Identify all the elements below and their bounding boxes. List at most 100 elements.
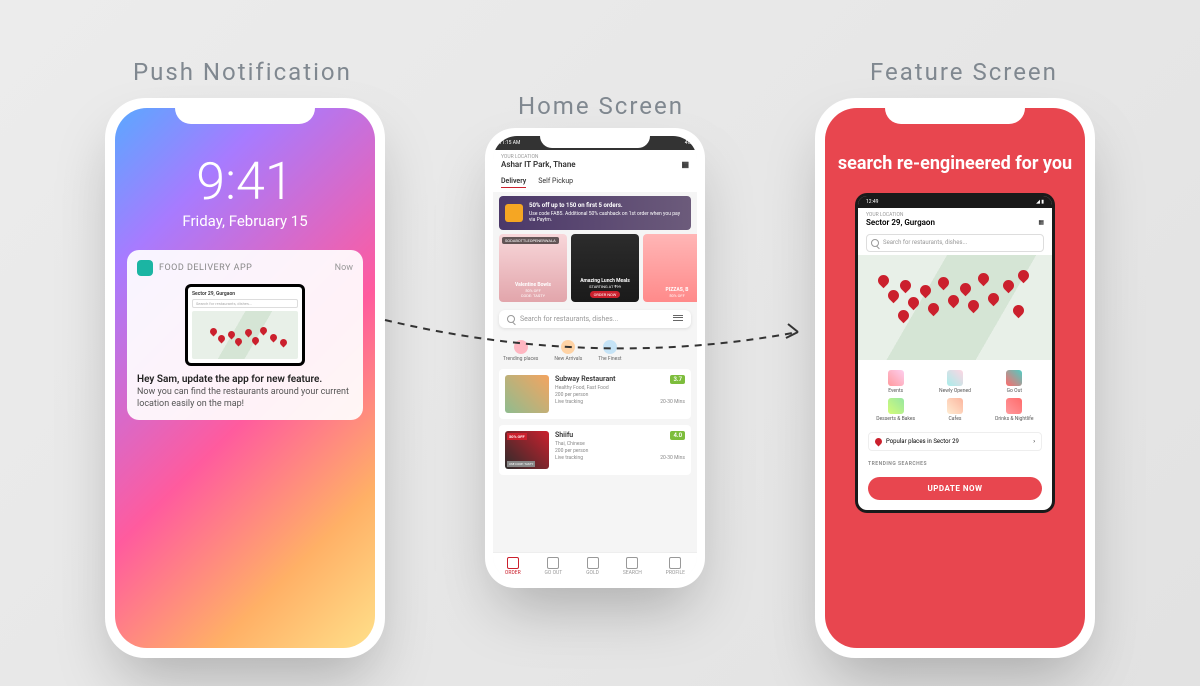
- cat-new[interactable]: Newly Opened: [927, 370, 982, 394]
- rating-badge: 3.7: [670, 375, 685, 384]
- trending-searches-label: TRENDING SEARCHES: [858, 457, 1052, 471]
- gold-icon: [587, 557, 599, 569]
- tab-self-pickup[interactable]: Self Pickup: [538, 177, 573, 188]
- location-bar[interactable]: YOUR LOCATION Ashar IT Park, Thane▦: [493, 150, 697, 173]
- tab-delivery[interactable]: Delivery: [501, 177, 526, 188]
- nav-profile[interactable]: PROFILE: [666, 557, 685, 576]
- order-icon: [507, 557, 519, 569]
- cat-label: Newly Opened: [939, 388, 971, 394]
- lock-time: 9:41: [196, 156, 293, 208]
- quick-links: Trending places New Arrivals The Finest: [493, 336, 697, 366]
- popular-text: Popular places in Sector 29: [886, 438, 959, 445]
- location-text: Ashar IT Park, Thane: [501, 160, 576, 169]
- nav-label: PROFILE: [666, 570, 685, 576]
- restaurant-category: Healthy Food, Fast Food: [555, 385, 685, 391]
- phone-notch: [885, 98, 1025, 124]
- search-bar[interactable]: Search for restaurants, dishes...: [499, 310, 691, 328]
- notification-card[interactable]: FOOD DELIVERY APP Now Sector 29, Gurgaon…: [127, 250, 363, 420]
- carousel-code: CODE: TASTY: [503, 293, 563, 298]
- restaurant-name: Subway Restaurant: [555, 375, 615, 383]
- new-icon: [947, 370, 963, 386]
- phone-notch: [175, 98, 315, 124]
- promo-title: 50% off up to 150 on first 5 orders.: [529, 202, 685, 210]
- notification-app-name: FOOD DELIVERY APP: [159, 263, 252, 273]
- carousel-item[interactable]: Amazing Lunch Meals STARTING AT ₹99 ORDE…: [571, 234, 639, 302]
- nav-goout[interactable]: GO OUT: [545, 557, 563, 576]
- mini-map: [192, 311, 298, 359]
- inner-search-bar[interactable]: Search for restaurants, dishes...: [866, 234, 1044, 252]
- notification-body: Now you can find the restaurants around …: [137, 387, 353, 410]
- notification-app-row: FOOD DELIVERY APP: [137, 260, 252, 276]
- offer-code: USE CODE: TASTY: [507, 461, 535, 467]
- cat-desserts[interactable]: Desserts & Bakes: [868, 398, 923, 422]
- events-icon: [888, 370, 904, 386]
- feature-screen[interactable]: search re-engineered for you 12:49◢ ▮ YO…: [825, 108, 1085, 648]
- restaurant-image: [505, 375, 549, 413]
- nav-label: GOLD: [586, 570, 599, 576]
- restaurant-card[interactable]: Subway Restaurant 3.7 Healthy Food, Fast …: [499, 369, 691, 419]
- restaurant-name: Shiifu: [555, 431, 573, 439]
- lock-screen[interactable]: 9:41 Friday, February 15 FOOD DELIVERY A…: [115, 108, 375, 648]
- cat-goout[interactable]: Go Out: [987, 370, 1042, 394]
- delivery-tabs: Delivery Self Pickup: [493, 173, 697, 192]
- goout-icon: [547, 557, 559, 569]
- bottom-nav: ORDER GO OUT GOLD SEARCH PROFILE: [493, 552, 697, 580]
- status-time: 11:15 AM: [499, 140, 520, 146]
- label-push: Push Notification: [133, 58, 352, 86]
- chevron-right-icon: ›: [1033, 438, 1035, 445]
- nav-search[interactable]: SEARCH: [623, 557, 642, 576]
- search-icon: [871, 239, 879, 247]
- feature-preview-phone: 12:49◢ ▮ YOUR LOCATION Sector 29, Gurgao…: [855, 193, 1055, 513]
- pin-icon: [874, 436, 884, 446]
- cat-drinks[interactable]: Drinks & Nightlife: [987, 398, 1042, 422]
- qr-icon[interactable]: ▦: [1038, 219, 1044, 226]
- label-feature: Feature Screen: [870, 58, 1058, 86]
- nav-gold[interactable]: GOLD: [586, 557, 599, 576]
- label-home: Home Screen: [518, 92, 684, 120]
- phone-feature-screen: search re-engineered for you 12:49◢ ▮ YO…: [815, 98, 1095, 658]
- search-placeholder: Search for restaurants, dishes...: [520, 315, 668, 323]
- cat-events[interactable]: Events: [868, 370, 923, 394]
- restaurant-image: 50% OFF USE CODE: TASTY: [505, 431, 549, 469]
- cat-label: Cafes: [949, 416, 962, 422]
- nav-order[interactable]: ORDER: [505, 557, 521, 576]
- drinks-icon: [1006, 398, 1022, 414]
- carousel-sub: 50% OFF: [647, 293, 697, 298]
- ql-label: Trending places: [503, 356, 538, 362]
- search-icon: [507, 315, 515, 323]
- popular-places-row[interactable]: Popular places in Sector 29 ›: [868, 432, 1042, 451]
- goout-icon: [1006, 370, 1022, 386]
- mini-search-bar: Search for restaurants, dishes...: [192, 299, 298, 308]
- mini-location: Sector 29, Gurgaon: [192, 291, 298, 297]
- promo-icon: [505, 204, 523, 222]
- qr-icon[interactable]: ▦: [681, 160, 689, 169]
- carousel-item[interactable]: PIZZAS, B 50% OFF: [643, 234, 697, 302]
- category-grid: Events Newly Opened Go Out Desserts & Ba…: [858, 366, 1052, 426]
- feature-map[interactable]: [858, 255, 1052, 360]
- order-now-button[interactable]: ORDER NOW: [590, 291, 621, 298]
- feature-title: search re-engineered for you: [838, 153, 1072, 175]
- finest-icon: [603, 340, 617, 354]
- inner-location-bar[interactable]: YOUR LOCATION Sector 29, Gurgaon▦: [858, 208, 1052, 231]
- restaurant-card[interactable]: 50% OFF USE CODE: TASTY Shiifu4.0 Thai, …: [499, 425, 691, 475]
- ql-label: The Finest: [598, 356, 621, 362]
- phone-push-notification: 9:41 Friday, February 15 FOOD DELIVERY A…: [105, 98, 385, 658]
- home-screen[interactable]: 11:15 AM 4G YOUR LOCATION Ashar IT Park,…: [493, 136, 697, 580]
- profile-icon: [669, 557, 681, 569]
- lock-date: Friday, February 15: [182, 212, 307, 230]
- quick-link-new[interactable]: New Arrivals: [554, 340, 582, 362]
- promo-banner[interactable]: 50% off up to 150 on first 5 orders. Use…: [499, 196, 691, 230]
- notification-preview-phone: Sector 29, Gurgaon Search for restaurant…: [185, 284, 305, 366]
- nav-label: ORDER: [505, 570, 521, 576]
- cat-cafes[interactable]: Cafes: [927, 398, 982, 422]
- search-nav-icon: [626, 557, 638, 569]
- new-icon: [561, 340, 575, 354]
- filter-icon[interactable]: [673, 315, 683, 323]
- phone-notch: [540, 128, 650, 148]
- carousel-item[interactable]: SODABOTTLEOPENERWALA Valentine Bowls 50%…: [499, 234, 567, 302]
- quick-link-finest[interactable]: The Finest: [598, 340, 621, 362]
- offer-carousel[interactable]: SODABOTTLEOPENERWALA Valentine Bowls 50%…: [493, 234, 697, 302]
- quick-link-trending[interactable]: Trending places: [503, 340, 538, 362]
- notification-time: Now: [335, 263, 353, 273]
- update-now-button[interactable]: UPDATE NOW: [868, 477, 1042, 500]
